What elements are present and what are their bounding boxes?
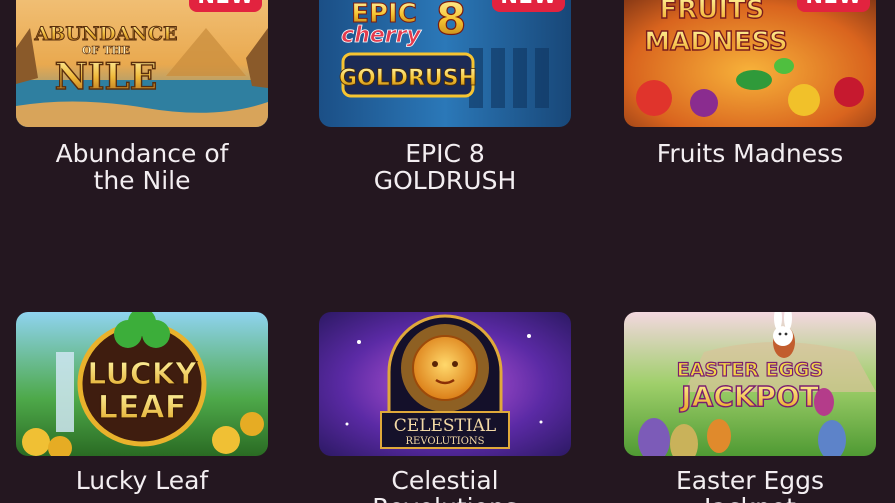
art-text: FRUITS (659, 0, 764, 25)
game-thumbnail[interactable]: LUCKY LEAF (16, 312, 268, 456)
game-card-epic-8-goldrush[interactable]: EPIC 8 cherry GOLDRUSH NEW EPIC 8 GOLDRU… (319, 0, 571, 194)
game-title[interactable]: Abundance of the Nile (16, 140, 268, 194)
art-text: LEAF (98, 388, 187, 426)
game-card-lucky-leaf[interactable]: LUCKY LEAF Lucky Leaf (16, 312, 268, 494)
art-text: CELESTIAL (394, 416, 496, 436)
game-title-line: Celestial (391, 466, 499, 495)
game-title[interactable]: Lucky Leaf (16, 467, 268, 494)
game-thumbnail[interactable]: EPIC 8 cherry GOLDRUSH NEW (319, 0, 571, 127)
art-text: GOLDRUSH (339, 66, 477, 91)
game-art-fruits-madness: FRUITS MADNESS (624, 0, 876, 127)
game-art-easter-eggs-jackpot: EASTER EGGS JACKPOT (624, 312, 876, 456)
game-title-line: Revolutions (319, 494, 571, 503)
art-text: 8 (436, 0, 467, 45)
art-text: ABUNDANCE (34, 23, 178, 45)
game-grid: ABUNDANCE OF THE NILE NEW Abundance of t… (0, 0, 895, 503)
game-title-line: EPIC 8 (405, 139, 485, 168)
art-text: LUCKY (87, 357, 198, 392)
game-card-easter-eggs-jackpot[interactable]: EASTER EGGS JACKPOT Easter Eggs Jackpot (624, 312, 876, 503)
art-text: JACKPOT (679, 380, 819, 413)
game-art-celestial-revolutions: CELESTIAL REVOLUTIONS (319, 312, 571, 456)
game-title-line: the Nile (93, 166, 191, 195)
game-title-line: Abundance of (55, 139, 229, 168)
game-thumbnail[interactable]: ABUNDANCE OF THE NILE NEW (16, 0, 268, 127)
art-text: NILE (55, 56, 158, 98)
new-badge: NEW (797, 0, 870, 12)
game-art-epic-8-goldrush: EPIC 8 cherry GOLDRUSH (319, 0, 571, 127)
game-title-line: Lucky Leaf (75, 466, 209, 495)
art-text: REVOLUTIONS (405, 436, 484, 447)
art-text: EASTER EGGS (677, 359, 823, 381)
game-card-abundance-of-the-nile[interactable]: ABUNDANCE OF THE NILE NEW Abundance of t… (16, 0, 268, 194)
game-title-line: Easter Eggs (675, 466, 825, 495)
game-art-abundance-of-the-nile: ABUNDANCE OF THE NILE (16, 0, 268, 127)
game-art-lucky-leaf: LUCKY LEAF (16, 312, 268, 456)
game-title[interactable]: Celestial Revolutions (319, 467, 571, 503)
game-title-line: GOLDRUSH (373, 166, 517, 195)
art-text: MADNESS (644, 27, 787, 57)
game-thumbnail[interactable]: FRUITS MADNESS NEW (624, 0, 876, 127)
game-title[interactable]: Fruits Madness (624, 140, 876, 167)
game-title[interactable]: Easter Eggs Jackpot (624, 467, 876, 503)
game-title[interactable]: EPIC 8 GOLDRUSH (319, 140, 571, 194)
game-thumbnail[interactable]: CELESTIAL REVOLUTIONS (319, 312, 571, 456)
new-badge: NEW (189, 0, 262, 12)
game-title-line: Fruits Madness (656, 139, 844, 168)
game-card-fruits-madness[interactable]: FRUITS MADNESS NEW Fruits Madness (624, 0, 876, 167)
game-card-celestial-revolutions[interactable]: CELESTIAL REVOLUTIONS Celestial Revoluti… (319, 312, 571, 503)
game-thumbnail[interactable]: EASTER EGGS JACKPOT (624, 312, 876, 456)
sun-icon (401, 324, 489, 412)
art-text: cherry (341, 23, 422, 48)
new-badge: NEW (492, 0, 565, 12)
game-title-line: Jackpot (624, 494, 876, 503)
